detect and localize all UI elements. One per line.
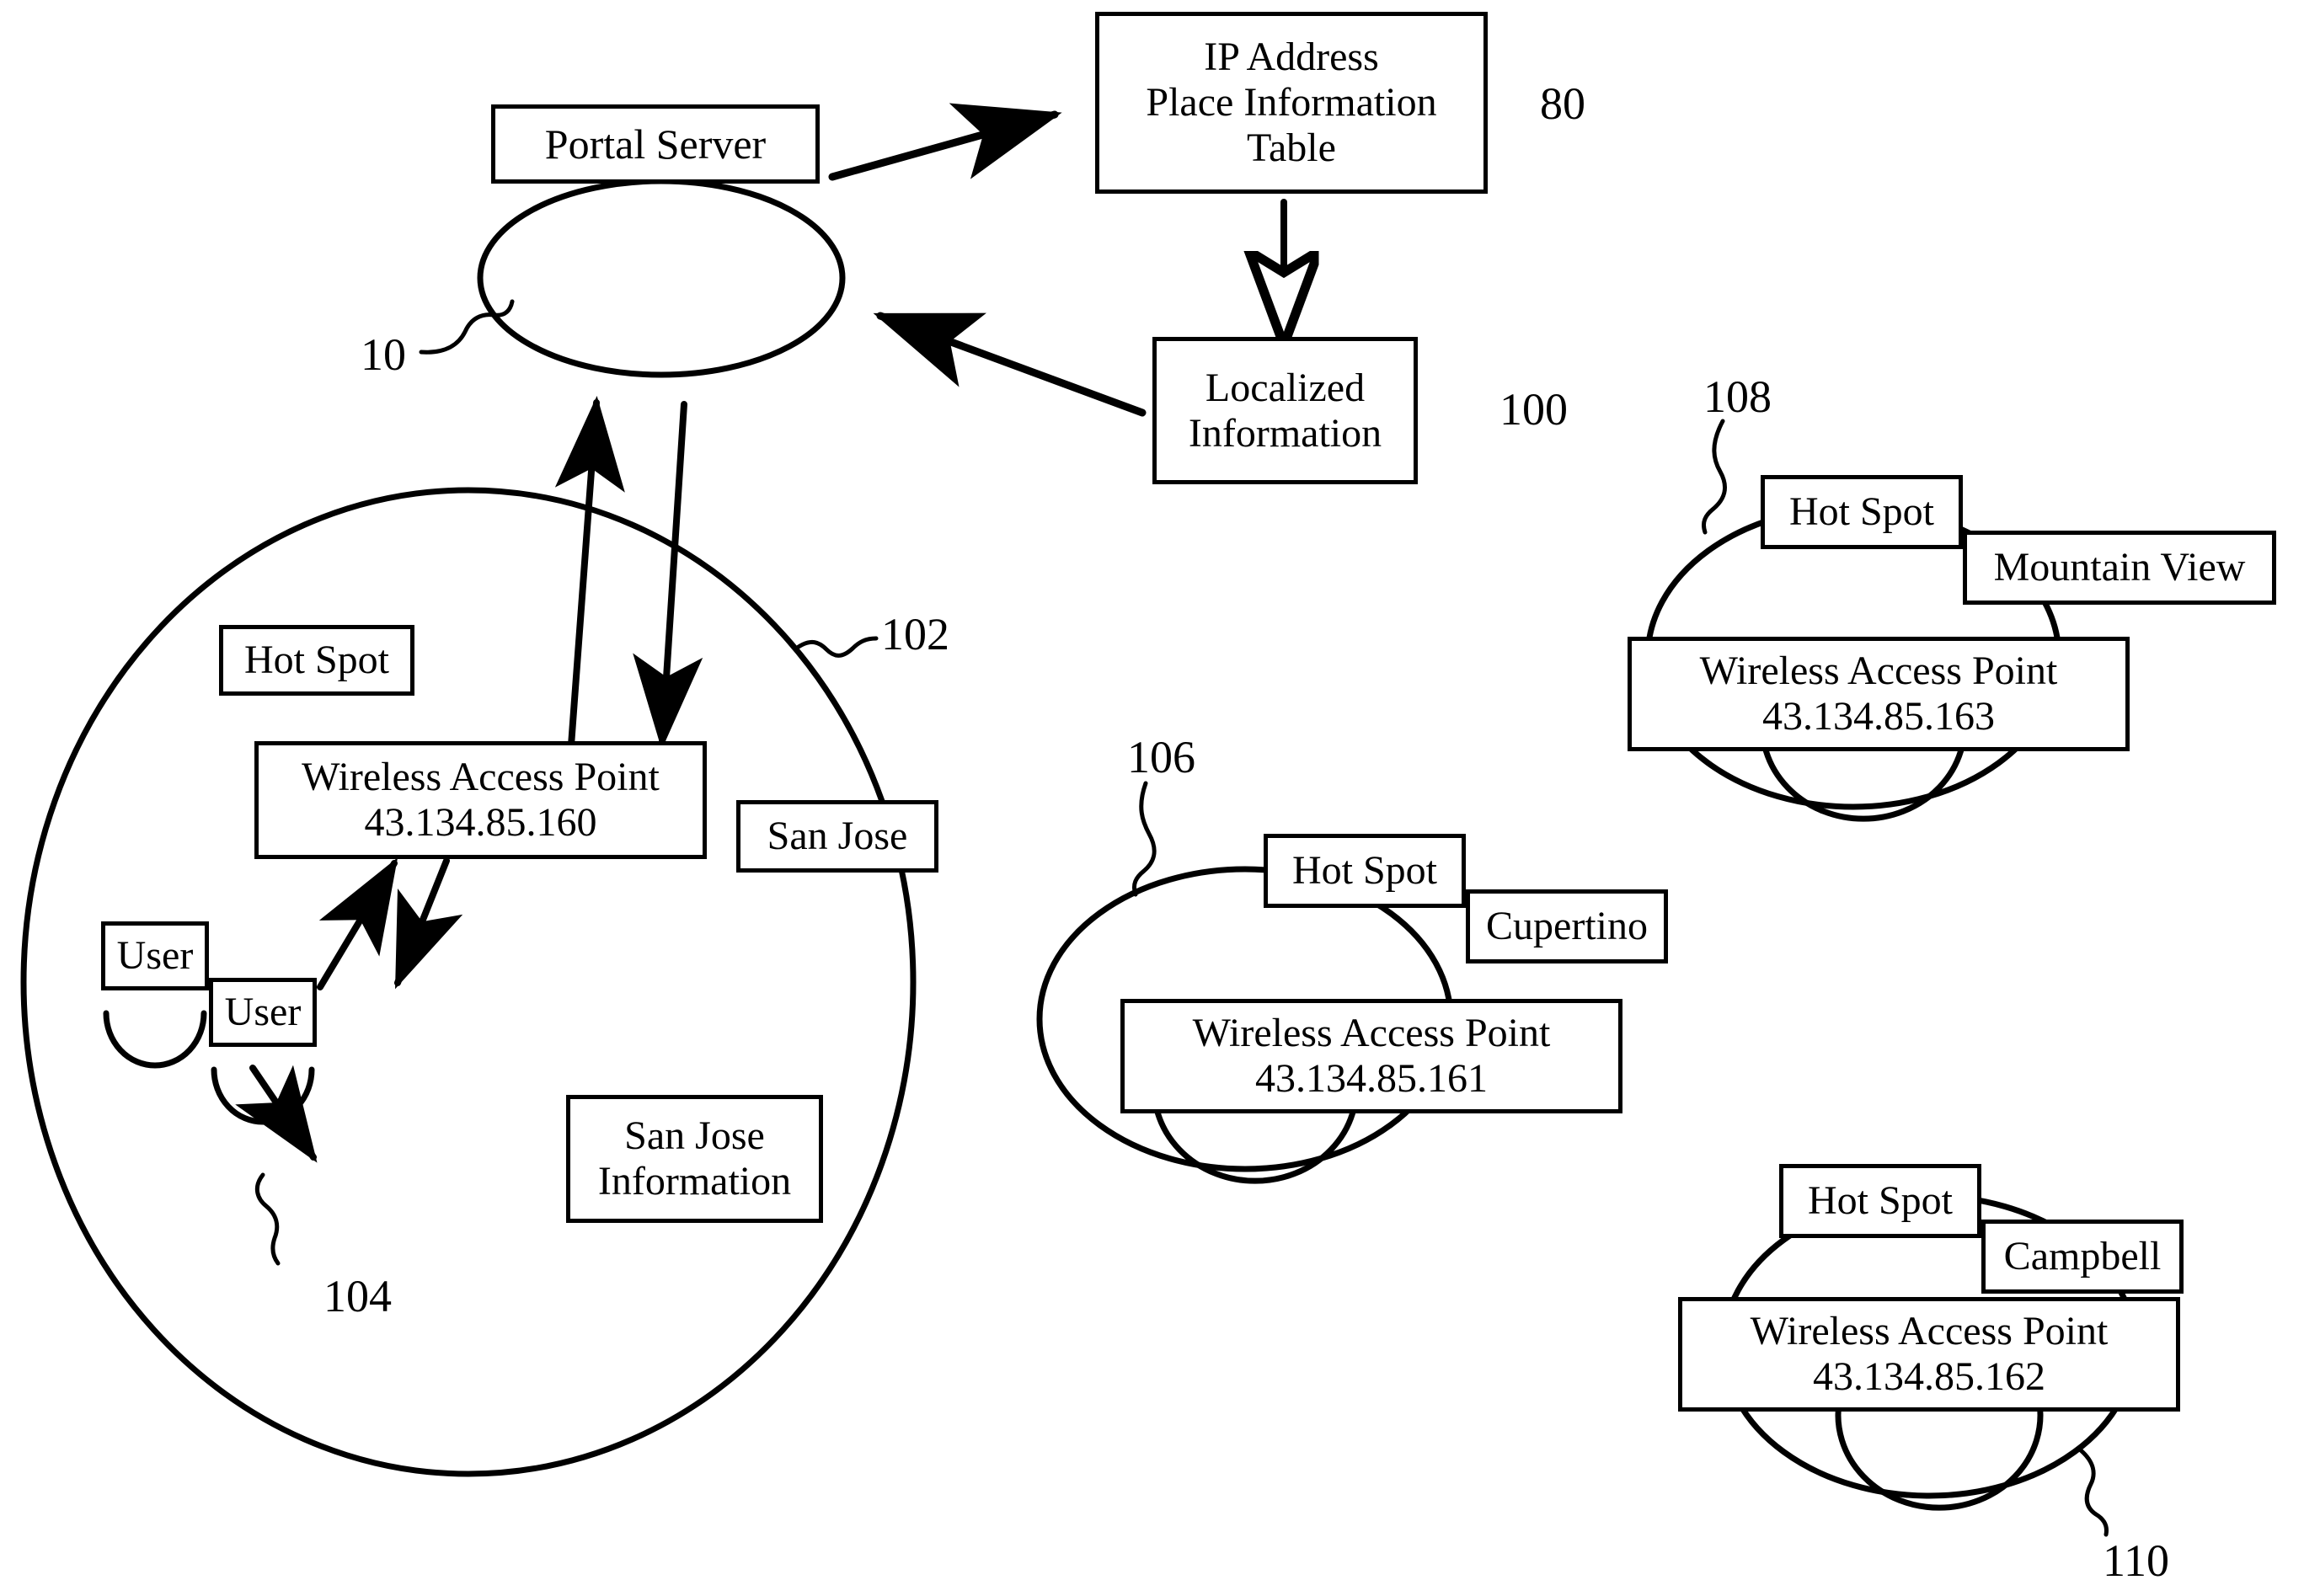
arrow-userb-to-sanjose-info (235, 1065, 318, 1163)
reference-numeral-102: 102 (881, 609, 949, 659)
ip-table-line-1: IP Address (1204, 35, 1379, 80)
user-terminal-b-label: User (224, 990, 302, 1035)
arrow-wap160-to-userb (394, 857, 463, 990)
cupertino-hotspot-label: Hot Spot (1291, 848, 1438, 894)
arrow-userb-to-wap160 (317, 857, 398, 990)
sanjose-wireless-access-point-box[interactable]: Wireless Access Point 43.134.85.160 (254, 741, 707, 859)
sanjose-place-box[interactable]: San Jose (736, 800, 938, 873)
ip-table-line-2: Place Information (1146, 80, 1437, 125)
mountainview-hotspot-label: Hot Spot (1788, 489, 1935, 535)
sanjose-hotspot-label-box[interactable]: Hot Spot (219, 625, 414, 696)
reference-numeral-100: 100 (1499, 384, 1568, 435)
portal-server-box[interactable]: Portal Server (491, 104, 820, 184)
leader-line-106 (1131, 781, 1157, 897)
user-terminal-a-label: User (116, 933, 194, 979)
reference-numeral-106: 106 (1127, 732, 1195, 782)
arrow-localized-to-cloud (873, 312, 1147, 417)
mountainview-wireless-access-point-box[interactable]: Wireless Access Point 43.134.85.163 (1628, 637, 2130, 751)
sanjose-information-line-1: San Jose (624, 1113, 765, 1159)
portal-server-label: Portal Server (544, 120, 767, 168)
mountainview-wap-line-2: 43.134.85.163 (1762, 694, 1995, 739)
leader-line-110 (2078, 1448, 2109, 1537)
user-terminal-a-box[interactable]: User (101, 921, 209, 990)
sanjose-wap-line-2: 43.134.85.160 (364, 800, 597, 845)
mountainview-place-box[interactable]: Mountain View (1963, 531, 2276, 605)
sanjose-hotspot-label: Hot Spot (243, 638, 390, 683)
ip-address-place-information-table-box[interactable]: IP Address Place Information Table (1095, 12, 1488, 194)
reference-numeral-108: 108 (1703, 371, 1772, 422)
cupertino-place-box[interactable]: Cupertino (1466, 889, 1668, 963)
patent-figure: Portal Server IP Address Place Informati… (0, 0, 2304, 1596)
arrow-wap160-to-cloud (554, 396, 625, 749)
sanjose-place-label: San Jose (767, 814, 908, 859)
leader-line-108 (1701, 419, 1728, 535)
campbell-wap-line-2: 43.134.85.162 (1813, 1354, 2045, 1399)
sanjose-information-line-2: Information (597, 1159, 792, 1204)
leader-line-10 (419, 299, 515, 355)
cupertino-hotspot-label-box[interactable]: Hot Spot (1264, 834, 1466, 908)
network-cloud-ellipse (477, 178, 846, 378)
sanjose-wap-line-1: Wireless Access Point (302, 755, 660, 800)
reference-numeral-104: 104 (323, 1271, 392, 1321)
reference-numeral-10: 10 (361, 329, 406, 380)
arrow-cloud-to-wap160 (633, 401, 703, 750)
reference-numeral-110: 110 (2103, 1535, 2169, 1586)
reference-numeral-80: 80 (1540, 78, 1585, 129)
mountainview-hotspot-label-box[interactable]: Hot Spot (1761, 475, 1963, 549)
campbell-hotspot-label: Hot Spot (1807, 1178, 1954, 1224)
mountainview-place-label: Mountain View (1993, 545, 2246, 590)
cupertino-place-label: Cupertino (1486, 904, 1648, 949)
localized-information-line-2: Information (1188, 410, 1382, 456)
ip-table-line-3: Table (1247, 125, 1336, 170)
campbell-hotspot-label-box[interactable]: Hot Spot (1779, 1164, 1981, 1238)
leader-line-102 (794, 636, 879, 658)
leader-line-104 (254, 1172, 281, 1266)
cupertino-wap-line-2: 43.134.85.161 (1255, 1056, 1488, 1101)
arrow-portal-to-ip-table (828, 103, 1062, 181)
localized-information-line-1: Localized (1205, 365, 1366, 410)
campbell-place-label: Campbell (2003, 1234, 2162, 1279)
sanjose-information-box[interactable]: San Jose Information (566, 1095, 823, 1223)
cupertino-wap-line-1: Wireless Access Point (1192, 1011, 1551, 1056)
user-terminal-b-box[interactable]: User (209, 978, 317, 1047)
mountainview-wap-line-1: Wireless Access Point (1699, 649, 2058, 694)
campbell-wap-line-1: Wireless Access Point (1750, 1309, 2109, 1354)
localized-information-box[interactable]: Localized Information (1152, 337, 1418, 484)
campbell-place-box[interactable]: Campbell (1981, 1220, 2184, 1294)
user-a-body (103, 1010, 207, 1069)
cupertino-wireless-access-point-box[interactable]: Wireless Access Point 43.134.85.161 (1120, 999, 1622, 1113)
campbell-wireless-access-point-box[interactable]: Wireless Access Point 43.134.85.162 (1678, 1297, 2180, 1412)
